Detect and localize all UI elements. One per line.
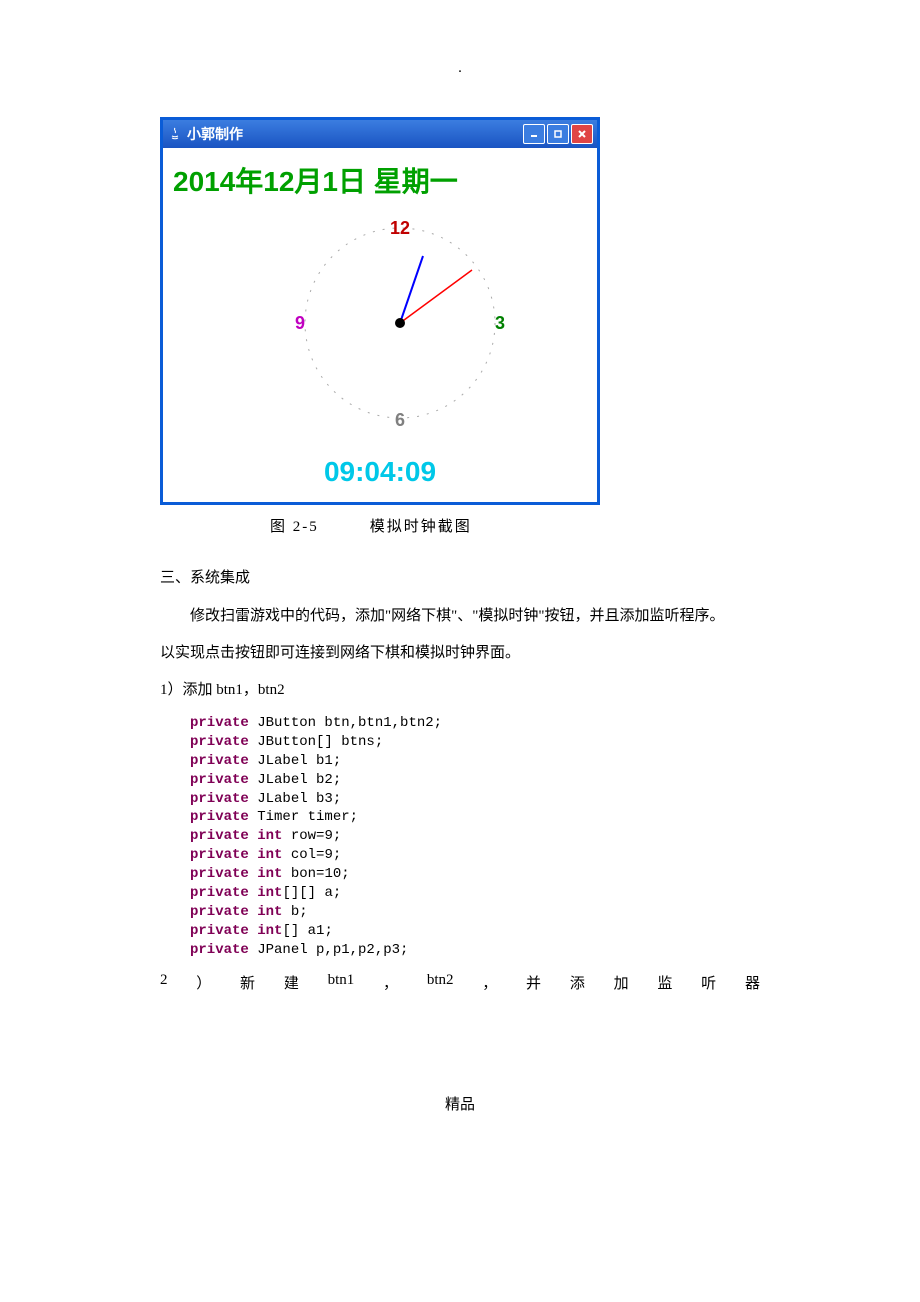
close-button[interactable] — [571, 124, 593, 144]
code-block: private JButton btn,btn1,btn2; private J… — [190, 714, 760, 960]
step-2-line: 2 ） 新 建 btn1 ， btn2 ， 并 添 加 监 听 器 — [160, 972, 760, 993]
footer: 精品 — [0, 1033, 920, 1134]
java-icon — [167, 126, 183, 142]
paragraph: 修改扫雷游戏中的代码，添加"网络下棋"、"模拟时钟"按钮，并且添加监听程序。 — [160, 603, 760, 630]
clock-num-12: 12 — [390, 218, 410, 238]
clock-num-6: 6 — [395, 410, 405, 430]
figure-caption: 图 2-5 模拟时钟截图 — [270, 515, 760, 536]
section-heading-3: 三、系统集成 — [160, 566, 760, 587]
window-title: 小郭制作 — [187, 124, 523, 144]
page: . 小郭制作 — [0, 0, 920, 1134]
header-dot: . — [0, 60, 920, 77]
window-buttons — [523, 124, 593, 144]
minute-hand — [400, 256, 423, 323]
window-titlebar: 小郭制作 — [163, 120, 597, 148]
clock-num-9: 9 — [295, 313, 305, 333]
clock-window: 小郭制作 2014年12月1日 星期一 — [160, 117, 600, 505]
clock-face-svg: 12 3 6 9 — [180, 208, 580, 438]
paragraph: 以实现点击按钮即可连接到网络下棋和模拟时钟界面。 — [160, 640, 760, 667]
clock-date: 2014年12月1日 星期一 — [173, 160, 587, 200]
clock-hub — [395, 318, 405, 328]
minimize-button[interactable] — [523, 124, 545, 144]
step-1-label: 1）添加 btn1，btn2 — [160, 677, 760, 704]
clock-num-3: 3 — [495, 313, 505, 333]
analog-clock: 12 3 6 9 — [173, 208, 587, 438]
second-hand — [400, 270, 472, 323]
digital-time: 09:04:09 — [173, 456, 587, 488]
maximize-button[interactable] — [547, 124, 569, 144]
content: 小郭制作 2014年12月1日 星期一 — [160, 117, 760, 993]
clock-body: 2014年12月1日 星期一 12 3 6 9 — [163, 148, 597, 502]
